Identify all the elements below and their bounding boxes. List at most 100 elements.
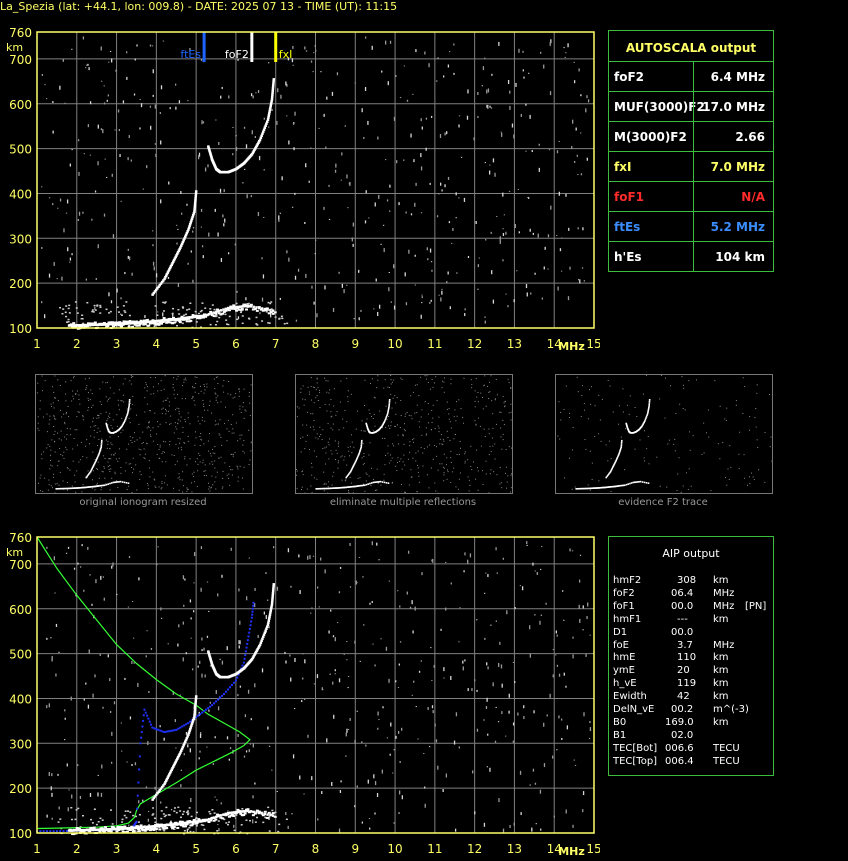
thumb-noise bbox=[418, 475, 420, 477]
noise-echo bbox=[502, 233, 505, 237]
noise-echo bbox=[374, 812, 376, 815]
noise-echo bbox=[384, 159, 387, 161]
noise-echo bbox=[219, 188, 222, 193]
noise-echo bbox=[51, 773, 53, 777]
thumb-noise bbox=[40, 474, 42, 476]
thumb-noise bbox=[214, 467, 216, 469]
thumb-noise bbox=[442, 466, 444, 468]
noise-echo bbox=[83, 698, 85, 701]
thumb-noise bbox=[477, 401, 479, 403]
thumb-noise bbox=[73, 438, 75, 440]
thumb-noise bbox=[605, 444, 607, 446]
noise-echo bbox=[562, 590, 564, 593]
noise-echo bbox=[167, 276, 170, 279]
noise-echo bbox=[214, 324, 217, 326]
noise-echo bbox=[425, 117, 428, 120]
thumb-noise bbox=[210, 486, 212, 488]
noise-echo bbox=[129, 716, 132, 720]
thumb-noise bbox=[56, 483, 58, 485]
noise-echo bbox=[70, 696, 72, 701]
thumb-noise bbox=[179, 438, 181, 440]
noise-echo bbox=[429, 301, 431, 304]
noise-echo bbox=[520, 812, 522, 816]
noise-echo bbox=[160, 801, 162, 804]
thumb-noise bbox=[509, 491, 511, 493]
noise-echo bbox=[257, 212, 260, 217]
thumb-noise bbox=[362, 463, 364, 465]
thumb-noise bbox=[103, 455, 105, 457]
noise-echo bbox=[190, 250, 192, 253]
noise-echo bbox=[490, 231, 492, 234]
thumb-noise bbox=[743, 454, 745, 456]
thumb-noise bbox=[107, 443, 109, 445]
noise-echo bbox=[499, 236, 501, 241]
thumb-noise bbox=[209, 452, 211, 454]
noise-echo bbox=[128, 314, 131, 317]
aip-unit: km bbox=[713, 575, 729, 586]
noise-echo bbox=[173, 807, 176, 809]
thumb-noise bbox=[204, 420, 206, 422]
noise-echo bbox=[287, 548, 290, 553]
thumb-noise bbox=[313, 402, 315, 404]
noise-echo bbox=[155, 273, 158, 278]
trace-echo bbox=[209, 819, 213, 822]
aip-unit: km bbox=[713, 716, 729, 728]
thumb-noise bbox=[406, 411, 408, 413]
noise-echo bbox=[388, 580, 390, 582]
true-height-point bbox=[236, 676, 239, 679]
noise-echo bbox=[151, 45, 154, 47]
noise-echo bbox=[556, 664, 559, 667]
trace-echo bbox=[229, 305, 233, 308]
thumb-noise bbox=[571, 449, 573, 451]
noise-echo bbox=[178, 624, 180, 628]
thumb-noise bbox=[154, 377, 156, 379]
thumb-noise bbox=[347, 490, 349, 492]
thumb-noise bbox=[144, 411, 146, 413]
x-tick-label: 7 bbox=[272, 337, 280, 351]
thumb-noise bbox=[157, 443, 159, 445]
thumb-noise bbox=[746, 484, 748, 486]
thumb-noise bbox=[176, 378, 178, 380]
thumb-noise bbox=[120, 432, 122, 434]
noise-echo bbox=[460, 156, 463, 158]
thumb-noise bbox=[157, 390, 159, 392]
thumb-noise bbox=[120, 472, 122, 474]
noise-echo bbox=[393, 305, 396, 310]
noise-echo bbox=[380, 638, 382, 640]
noise-echo bbox=[556, 749, 558, 751]
noise-echo bbox=[128, 824, 130, 827]
thumb-noise bbox=[116, 480, 118, 482]
trace-echo bbox=[77, 827, 81, 830]
trace-echo bbox=[227, 309, 231, 312]
thumb-noise bbox=[238, 389, 240, 391]
noise-echo bbox=[46, 814, 48, 818]
noise-echo bbox=[487, 733, 489, 736]
thumb-noise bbox=[78, 411, 80, 413]
thumb-noise bbox=[682, 485, 684, 487]
thumb-noise bbox=[450, 427, 452, 429]
noise-echo bbox=[496, 216, 498, 218]
noise-echo bbox=[134, 762, 137, 766]
thumb-noise bbox=[37, 416, 39, 418]
noise-echo bbox=[136, 44, 138, 47]
noise-echo bbox=[238, 640, 240, 645]
thumb-noise bbox=[325, 483, 327, 485]
trace-echo bbox=[271, 87, 275, 90]
noise-echo bbox=[132, 814, 135, 817]
trace-echo bbox=[180, 820, 184, 823]
thumb-noise bbox=[428, 487, 430, 489]
noise-echo bbox=[128, 556, 131, 559]
noise-echo bbox=[421, 302, 423, 304]
noise-echo bbox=[46, 637, 48, 640]
thumb-noise bbox=[589, 450, 591, 452]
y-tick-label: 300 bbox=[9, 737, 32, 751]
noise-echo bbox=[388, 287, 390, 292]
trace-echo bbox=[91, 828, 95, 831]
noise-echo bbox=[245, 297, 247, 301]
thumb-noise bbox=[456, 415, 458, 417]
x-tick-label: 5 bbox=[192, 337, 200, 351]
thumb-noise bbox=[230, 423, 232, 425]
trace-echo bbox=[272, 82, 275, 86]
noise-echo bbox=[393, 116, 396, 121]
noise-echo bbox=[421, 572, 423, 576]
